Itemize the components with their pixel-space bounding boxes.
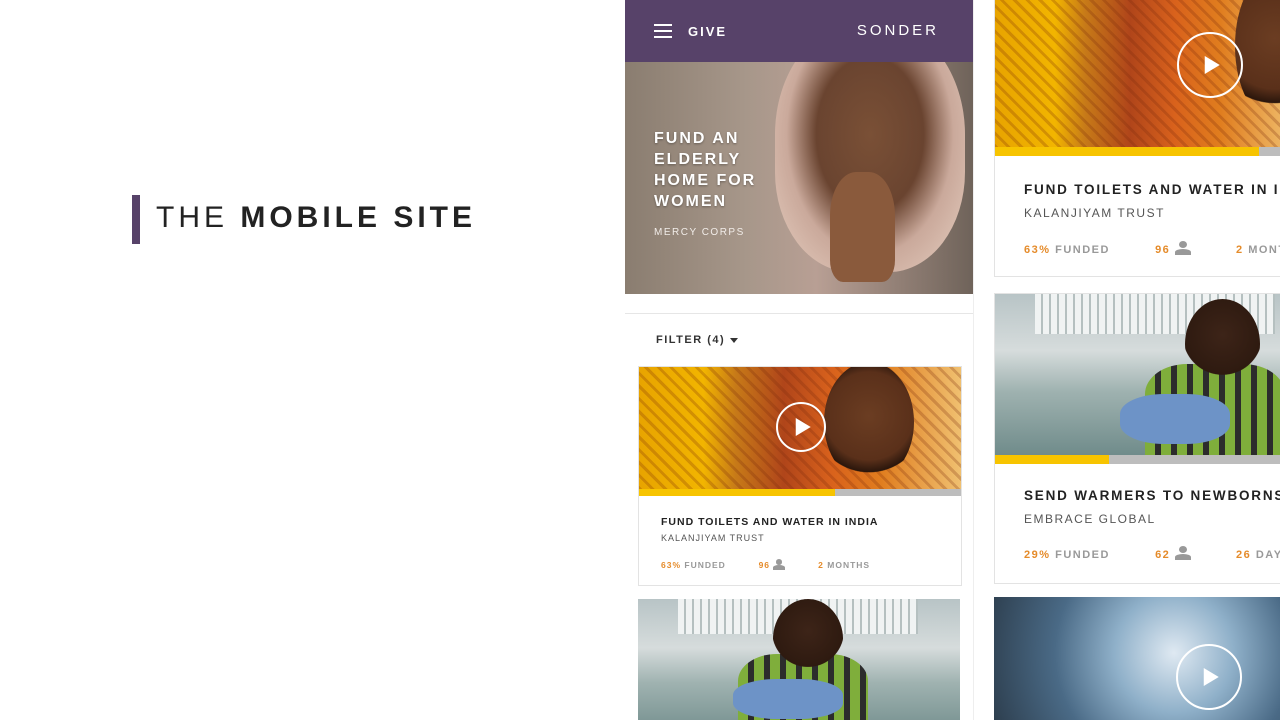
funded-percent: 29% [1024,549,1051,561]
hamburger-icon[interactable] [654,24,672,38]
play-icon[interactable] [1177,32,1243,98]
time-left-number: 2 [1236,244,1244,256]
zoom-image-newborns [995,294,1280,456]
divider [625,313,973,314]
photo-mother [773,599,843,679]
photo-mother [1185,299,1260,389]
time-left-number: 26 [1236,549,1252,561]
donor-count: 62 [1155,549,1171,561]
mobile-screen: GIVE SONDER FUND AN ELDERLY HOME FOR WOM… [625,0,974,720]
time-left-label: MONTHS [827,560,871,570]
card-stats: 63% FUNDED 96 2 MONTHS [1024,241,1280,256]
time-left-label: DAYS [1255,549,1280,561]
project-card-newborns[interactable] [638,599,960,720]
filter-label: FILTER (4) [656,334,726,346]
play-icon[interactable] [1176,644,1242,710]
card-image-water [639,367,961,490]
funding-progress-bar [995,455,1280,464]
funded-percent: 63% [1024,244,1051,256]
photo-boy [824,367,914,482]
heading-bold: MOBILE SITE [240,201,477,234]
card-stats: 29% FUNDED 62 26 DAYS [1024,546,1280,561]
page-heading: THE MOBILE SITE [156,201,476,235]
funding-progress-bar [995,147,1280,156]
donors-icon [1174,241,1191,255]
card-title: FUND TOILETS AND WATER IN INDIA [661,516,879,528]
nav-give-link[interactable]: GIVE [688,24,727,39]
time-left-number: 2 [818,560,824,570]
filter-dropdown[interactable]: FILTER (4) [656,334,739,346]
funding-progress-bar [639,489,961,496]
hero-photo-hands [830,172,895,282]
funded-percent: 63% [661,560,682,570]
project-card-water[interactable]: FUND TOILETS AND WATER IN INDIA KALANJIY… [638,366,962,586]
funded-label: FUNDED [1055,549,1110,561]
card-title: FUND TOILETS AND WATER IN INDIA [1024,182,1280,197]
donor-count: 96 [1155,244,1171,256]
card-org: KALANJIYAM TRUST [1024,206,1165,220]
heading-accent-bar [132,195,140,244]
funded-label: FUNDED [684,560,726,570]
heading-light: THE [156,201,228,234]
funded-label: FUNDED [1055,244,1110,256]
card-image-newborns [638,599,960,720]
zoom-card-next[interactable] [994,597,1280,720]
donors-icon [1174,546,1191,560]
hero-banner[interactable]: FUND AN ELDERLY HOME FOR WOMEN MERCY COR… [625,62,973,294]
zoom-card-newborns[interactable]: SEND WARMERS TO NEWBORNS EMBRACE GLOBAL … [994,293,1280,584]
time-left-label: MONTHS [1248,244,1280,256]
hero-title: FUND AN ELDERLY HOME FOR WOMEN [654,130,757,210]
card-title: SEND WARMERS TO NEWBORNS [1024,488,1280,503]
card-stats: 63% FUNDED 96 2 MONTHS [661,559,870,570]
zoom-image-water [995,0,1280,148]
zoom-image-splash [994,597,1280,720]
zoomed-preview: FUND TOILETS AND WATER IN INDIA KALANJIY… [994,0,1280,720]
top-nav: GIVE SONDER [625,0,973,62]
donor-count: 96 [758,560,771,570]
hero-org: MERCY CORPS [654,227,745,238]
donors-icon [773,559,786,570]
card-org: KALANJIYAM TRUST [661,533,765,543]
caret-down-icon [730,337,739,343]
card-org: EMBRACE GLOBAL [1024,512,1156,526]
sonder-logo[interactable]: SONDER [857,22,939,39]
zoom-card-water[interactable]: FUND TOILETS AND WATER IN INDIA KALANJIY… [994,0,1280,277]
play-icon[interactable] [776,402,826,452]
